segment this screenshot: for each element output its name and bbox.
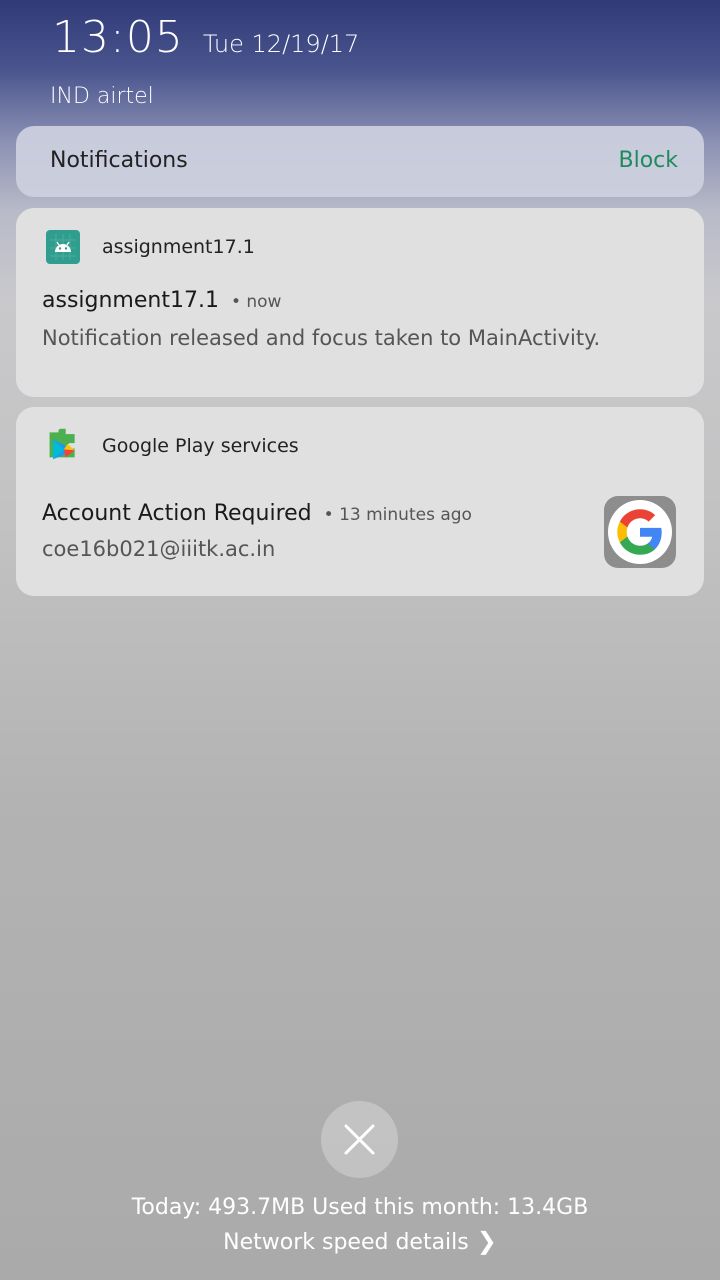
notification-title-text: Account Action Required (42, 501, 312, 526)
app-name: assignment17.1 (102, 236, 255, 258)
notification-body: Notification released and focus taken to… (42, 326, 601, 350)
clock-time: 13:05 (52, 12, 184, 63)
google-g-icon (604, 496, 676, 568)
notification-card-assignment[interactable]: assignment17.1 assignment17.1 • now Notif… (16, 208, 704, 397)
notifications-title: Notifications (50, 148, 188, 173)
notification-title-text: assignment17.1 (42, 288, 219, 313)
close-icon (344, 1124, 375, 1155)
data-usage-text: Today: 493.7MB Used this month: 13.4GB (131, 1195, 589, 1220)
network-speed-details-label: Network speed details (223, 1230, 469, 1255)
block-button[interactable]: Block (618, 148, 678, 173)
chevron-right-icon: ❯ (476, 1227, 497, 1255)
app-name: Google Play services (102, 435, 299, 457)
network-speed-details-link[interactable]: Network speed details ❯ (0, 1227, 720, 1255)
clock-date: Tue 12/19/17 (202, 30, 360, 58)
android-icon (46, 230, 80, 264)
status-bar: 13:05 Tue 12/19/17 (52, 12, 359, 63)
google-play-services-icon (46, 427, 80, 465)
notifications-header: Notifications Block (16, 126, 704, 197)
notification-time: • now (230, 292, 282, 312)
notification-body: coe16b021@iiitk.ac.in (42, 537, 276, 561)
carrier-name: IND airtel (50, 84, 154, 109)
notification-title: assignment17.1 • now (42, 288, 281, 313)
close-all-button[interactable] (321, 1101, 398, 1178)
notification-card-google-play[interactable]: Google Play services Account Action Requ… (16, 407, 704, 596)
notification-time: • 13 minutes ago (323, 505, 472, 525)
notification-title: Account Action Required • 13 minutes ago (42, 501, 472, 526)
